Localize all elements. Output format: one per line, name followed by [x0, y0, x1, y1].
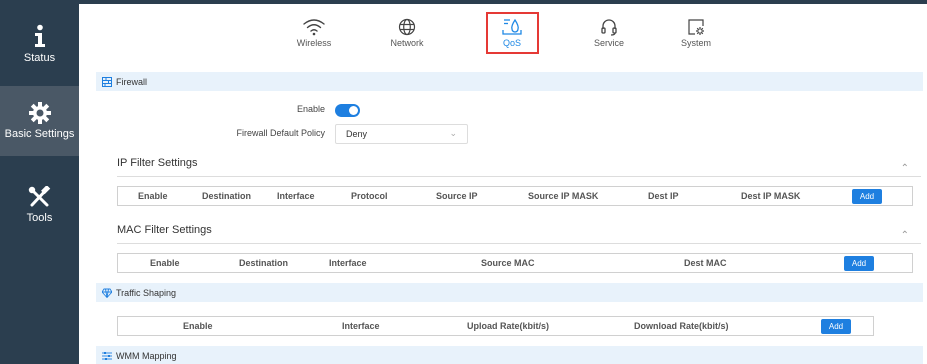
ip-filter-title: IP Filter Settings [117, 157, 198, 169]
wifi-icon [303, 19, 325, 36]
add-ip-filter-button[interactable]: Add [852, 189, 882, 204]
column-header: Enable [138, 191, 168, 201]
firewall-icon [102, 76, 112, 87]
system-icon [688, 19, 704, 35]
firewall-section-header[interactable]: Firewall [96, 72, 923, 91]
firewall-enable-toggle[interactable] [335, 104, 360, 117]
column-header: Upload Rate(kbit/s) [467, 321, 550, 331]
gear-icon [28, 102, 51, 124]
mac-filter-table-header: Enable Destination Interface Source MAC … [117, 253, 913, 273]
nav-network[interactable]: Network [372, 18, 442, 48]
nav-label: System [680, 38, 711, 48]
nav-label: QoS [502, 38, 521, 48]
column-header: Destination [202, 191, 252, 201]
column-header: Dest MAC [684, 258, 727, 268]
column-header: Source MAC [481, 258, 535, 268]
default-policy-value: Deny [346, 129, 368, 139]
traffic-shaping-table-header: Enable Interface Upload Rate(kbit/s) Dow… [117, 316, 874, 336]
mac-filter-title: MAC Filter Settings [117, 224, 212, 236]
column-header: Enable [150, 258, 180, 268]
divider [117, 176, 921, 177]
traffic-shaping-title: Traffic Shaping [116, 287, 177, 298]
main-content: Wireless Network QoS Service System Fire… [79, 0, 927, 364]
add-mac-filter-button[interactable]: Add [844, 256, 874, 271]
sliders-icon [102, 351, 112, 360]
enable-label: Enable [296, 104, 325, 114]
nav-label: Wireless [296, 38, 332, 48]
nav-system[interactable]: System [661, 18, 731, 48]
globe-icon [398, 18, 416, 36]
tools-icon [28, 186, 50, 207]
nav-qos[interactable]: QoS [477, 18, 547, 48]
top-border [79, 0, 927, 4]
traffic-shaping-section-header[interactable]: Traffic Shaping [96, 283, 923, 302]
add-traffic-shaping-button[interactable]: Add [821, 319, 851, 334]
nav-label: Network [390, 38, 424, 48]
nav-label: Service [593, 38, 624, 48]
column-header: Source IP MASK [528, 191, 599, 201]
sidebar-item-label: Status [23, 52, 56, 64]
headset-icon [601, 19, 617, 36]
chevron-up-icon[interactable]: ⌃ [901, 163, 909, 174]
column-header: Interface [342, 321, 380, 331]
sidebar: Status Basic Settings Tools [0, 0, 79, 364]
firewall-title: Firewall [116, 76, 148, 87]
column-header: Dest IP MASK [741, 191, 801, 201]
nav-wireless[interactable]: Wireless [279, 18, 349, 48]
nav-service[interactable]: Service [574, 18, 644, 48]
column-header: Source IP [436, 191, 478, 201]
wmm-mapping-section-header[interactable]: WMM Mapping [96, 346, 923, 364]
sidebar-item-label: Basic Settings [4, 128, 75, 140]
column-header: Protocol [351, 191, 388, 201]
sidebar-item-status[interactable]: Status [0, 24, 79, 76]
column-header: Interface [329, 258, 367, 268]
wmm-mapping-title: WMM Mapping [116, 350, 177, 361]
sidebar-item-label: Tools [26, 212, 53, 224]
sidebar-item-basic-settings[interactable]: Basic Settings [0, 86, 79, 156]
column-header: Download Rate(kbit/s) [634, 321, 729, 331]
column-header: Destination [239, 258, 289, 268]
column-header: Interface [277, 191, 315, 201]
chevron-up-icon[interactable]: ⌃ [901, 230, 909, 241]
qos-icon [502, 18, 522, 35]
divider [117, 243, 921, 244]
chevron-down-icon: ⌄ [449, 128, 457, 138]
ip-filter-table-header: Enable Destination Interface Protocol So… [117, 186, 913, 206]
sidebar-item-tools[interactable]: Tools [0, 186, 79, 230]
diamond-icon [102, 288, 112, 298]
default-policy-label: Firewall Default Policy [236, 128, 325, 138]
column-header: Dest IP [648, 191, 679, 201]
default-policy-select[interactable]: Deny ⌄ [335, 124, 468, 144]
column-header: Enable [183, 321, 213, 331]
info-icon [34, 24, 45, 47]
